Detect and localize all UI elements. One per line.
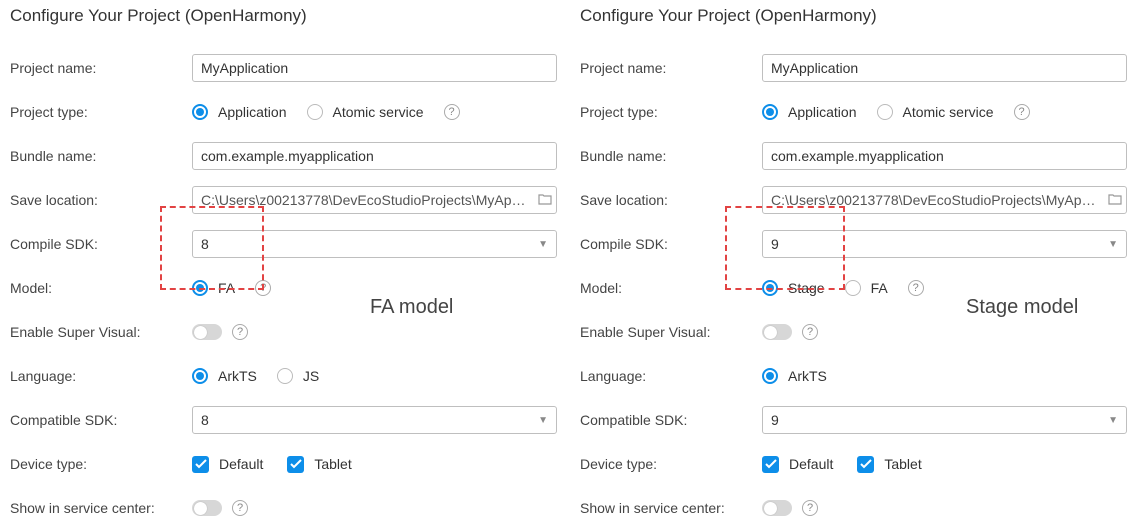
radio-stage-label: Stage [788, 280, 825, 296]
label-compile-sdk: Compile SDK: [580, 236, 762, 252]
compile-sdk-value: 8 [201, 236, 209, 252]
label-compat-sdk: Compatible SDK: [580, 412, 762, 428]
save-location-input[interactable] [192, 186, 557, 214]
checkbox-default-label: Default [789, 456, 833, 472]
radio-js[interactable] [277, 368, 293, 384]
radio-application-label: Application [788, 104, 857, 120]
label-project-type: Project type: [580, 104, 762, 120]
help-icon[interactable]: ? [232, 500, 248, 516]
chevron-down-icon: ▼ [538, 415, 548, 426]
label-language: Language: [580, 368, 762, 384]
chevron-down-icon: ▼ [538, 239, 548, 250]
label-save-location: Save location: [580, 192, 762, 208]
radio-arkts-label: ArkTS [788, 368, 827, 384]
page-title: Configure Your Project (OpenHarmony) [580, 6, 1130, 26]
radio-arkts-label: ArkTS [218, 368, 257, 384]
help-icon[interactable]: ? [1014, 104, 1030, 120]
radio-fa-label: FA [218, 280, 235, 296]
help-icon[interactable]: ? [802, 500, 818, 516]
save-location-input[interactable] [762, 186, 1127, 214]
label-language: Language: [10, 368, 192, 384]
help-icon[interactable]: ? [232, 324, 248, 340]
radio-atomic-service[interactable] [307, 104, 323, 120]
label-service-center: Show in service center: [10, 500, 192, 516]
radio-arkts[interactable] [192, 368, 208, 384]
radio-fa[interactable] [845, 280, 861, 296]
compat-sdk-dropdown[interactable]: 8 ▼ [192, 406, 557, 434]
caption-fa: FA model [370, 296, 453, 319]
radio-js-label: JS [303, 368, 319, 384]
checkbox-tablet-label: Tablet [314, 456, 351, 472]
label-project-name: Project name: [580, 60, 762, 76]
radio-atomic-service[interactable] [877, 104, 893, 120]
radio-atomic-service-label: Atomic service [333, 104, 424, 120]
super-visual-toggle[interactable] [762, 324, 792, 340]
label-service-center: Show in service center: [580, 500, 762, 516]
label-compile-sdk: Compile SDK: [10, 236, 192, 252]
radio-arkts[interactable] [762, 368, 778, 384]
compat-sdk-dropdown[interactable]: 9 ▼ [762, 406, 1127, 434]
compile-sdk-dropdown[interactable]: 8 ▼ [192, 230, 557, 258]
label-super-visual: Enable Super Visual: [580, 324, 762, 340]
bundle-name-input[interactable] [192, 142, 557, 170]
compat-sdk-value: 9 [771, 412, 779, 428]
caption-stage: Stage model [966, 296, 1078, 319]
checkbox-default[interactable] [762, 456, 779, 473]
radio-application-label: Application [218, 104, 287, 120]
help-icon[interactable]: ? [802, 324, 818, 340]
project-name-input[interactable] [192, 54, 557, 82]
radio-application[interactable] [762, 104, 778, 120]
checkbox-default[interactable] [192, 456, 209, 473]
chevron-down-icon: ▼ [1108, 239, 1118, 250]
compile-sdk-dropdown[interactable]: 9 ▼ [762, 230, 1127, 258]
radio-fa-label: FA [871, 280, 888, 296]
bundle-name-input[interactable] [762, 142, 1127, 170]
chevron-down-icon: ▼ [1108, 415, 1118, 426]
compat-sdk-value: 8 [201, 412, 209, 428]
label-super-visual: Enable Super Visual: [10, 324, 192, 340]
page-title: Configure Your Project (OpenHarmony) [10, 6, 560, 26]
service-center-toggle[interactable] [762, 500, 792, 516]
checkbox-tablet-label: Tablet [884, 456, 921, 472]
project-name-input[interactable] [762, 54, 1127, 82]
help-icon[interactable]: ? [444, 104, 460, 120]
label-save-location: Save location: [10, 192, 192, 208]
label-bundle-name: Bundle name: [580, 148, 762, 164]
help-icon[interactable]: ? [255, 280, 271, 296]
label-device-type: Device type: [580, 456, 762, 472]
radio-stage[interactable] [762, 280, 778, 296]
panel-fa: Configure Your Project (OpenHarmony) Pro… [0, 0, 570, 509]
checkbox-tablet[interactable] [287, 456, 304, 473]
compile-sdk-value: 9 [771, 236, 779, 252]
folder-icon[interactable] [1108, 192, 1122, 208]
service-center-toggle[interactable] [192, 500, 222, 516]
radio-fa[interactable] [192, 280, 208, 296]
checkbox-tablet[interactable] [857, 456, 874, 473]
help-icon[interactable]: ? [908, 280, 924, 296]
label-device-type: Device type: [10, 456, 192, 472]
label-model: Model: [580, 280, 762, 296]
super-visual-toggle[interactable] [192, 324, 222, 340]
label-compat-sdk: Compatible SDK: [10, 412, 192, 428]
label-project-name: Project name: [10, 60, 192, 76]
label-model: Model: [10, 280, 192, 296]
radio-atomic-service-label: Atomic service [903, 104, 994, 120]
panel-stage: Configure Your Project (OpenHarmony) Pro… [570, 0, 1140, 509]
label-bundle-name: Bundle name: [10, 148, 192, 164]
label-project-type: Project type: [10, 104, 192, 120]
folder-icon[interactable] [538, 192, 552, 208]
checkbox-default-label: Default [219, 456, 263, 472]
radio-application[interactable] [192, 104, 208, 120]
